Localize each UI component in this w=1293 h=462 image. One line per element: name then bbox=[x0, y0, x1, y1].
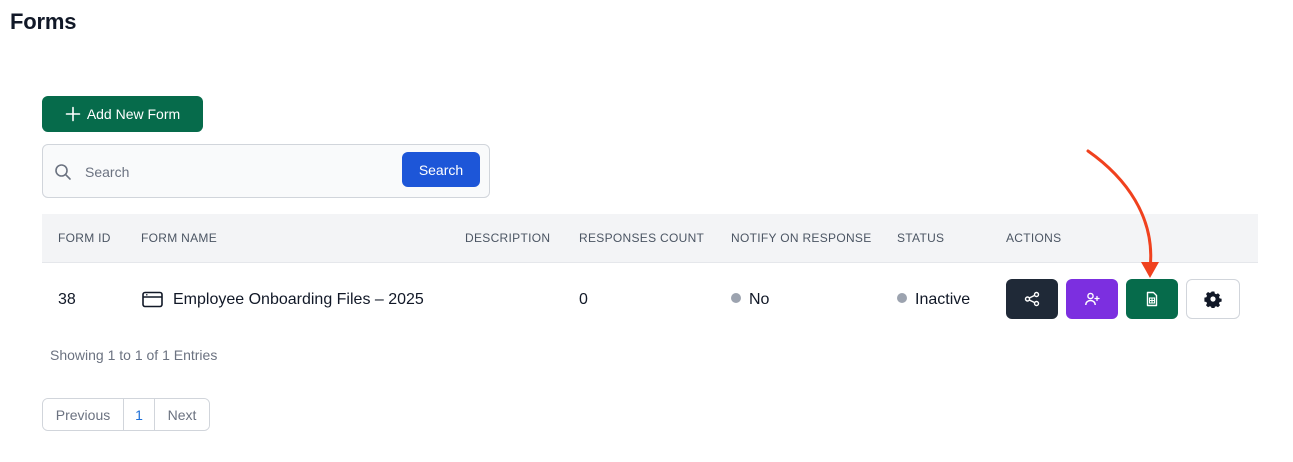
assign-user-icon bbox=[1085, 292, 1100, 306]
spreadsheet-icon bbox=[1146, 291, 1158, 307]
pagination: Previous 1 Next bbox=[42, 398, 210, 431]
table-row: 38 Employee Onboarding Files – 2025 0 No… bbox=[42, 263, 1258, 338]
plus-icon bbox=[65, 106, 81, 122]
gear-icon bbox=[1204, 291, 1222, 308]
search-icon bbox=[55, 164, 71, 180]
cell-status: Inactive bbox=[897, 291, 970, 309]
previous-page-button[interactable]: Previous bbox=[43, 399, 124, 430]
table-header: FORM ID FORM NAME DESCRIPTION RESPONSES … bbox=[42, 214, 1258, 263]
spreadsheet-button[interactable] bbox=[1126, 279, 1178, 319]
entries-info: Showing 1 to 1 of 1 Entries bbox=[50, 347, 218, 363]
add-new-form-button[interactable]: Add New Form bbox=[42, 96, 203, 132]
forms-table: FORM ID FORM NAME DESCRIPTION RESPONSES … bbox=[42, 214, 1258, 338]
header-description: DESCRIPTION bbox=[465, 231, 551, 245]
notify-status-dot bbox=[731, 293, 741, 303]
page-number-1[interactable]: 1 bbox=[124, 399, 155, 430]
status-value: Inactive bbox=[915, 291, 971, 308]
add-new-form-label: Add New Form bbox=[86, 106, 181, 122]
header-responses-count: RESPONSES COUNT bbox=[579, 231, 705, 245]
search-bar: Search bbox=[42, 144, 490, 198]
header-notify-on-response: NOTIFY ON RESPONSE bbox=[731, 231, 872, 245]
notify-value: No bbox=[749, 291, 770, 308]
cell-notify-on-response: No bbox=[731, 291, 769, 309]
annotation-arrow-icon bbox=[1086, 149, 1159, 278]
share-icon bbox=[1024, 291, 1040, 307]
page-title: Forms bbox=[10, 9, 77, 34]
cell-responses-count: 0 bbox=[579, 291, 588, 308]
settings-button[interactable] bbox=[1186, 279, 1240, 319]
search-button[interactable]: Search bbox=[402, 152, 480, 187]
form-icon bbox=[142, 291, 163, 308]
search-input[interactable] bbox=[83, 157, 397, 187]
cell-form-id: 38 bbox=[58, 291, 76, 308]
share-button[interactable] bbox=[1006, 279, 1058, 319]
cell-form-name[interactable]: Employee Onboarding Files – 2025 bbox=[173, 291, 424, 309]
header-status: STATUS bbox=[897, 231, 945, 245]
assign-user-button[interactable] bbox=[1066, 279, 1118, 319]
status-dot bbox=[897, 293, 907, 303]
header-form-id: FORM ID bbox=[58, 231, 111, 245]
header-actions: ACTIONS bbox=[1006, 231, 1062, 245]
header-form-name: FORM NAME bbox=[141, 231, 218, 245]
next-page-button[interactable]: Next bbox=[155, 399, 209, 430]
